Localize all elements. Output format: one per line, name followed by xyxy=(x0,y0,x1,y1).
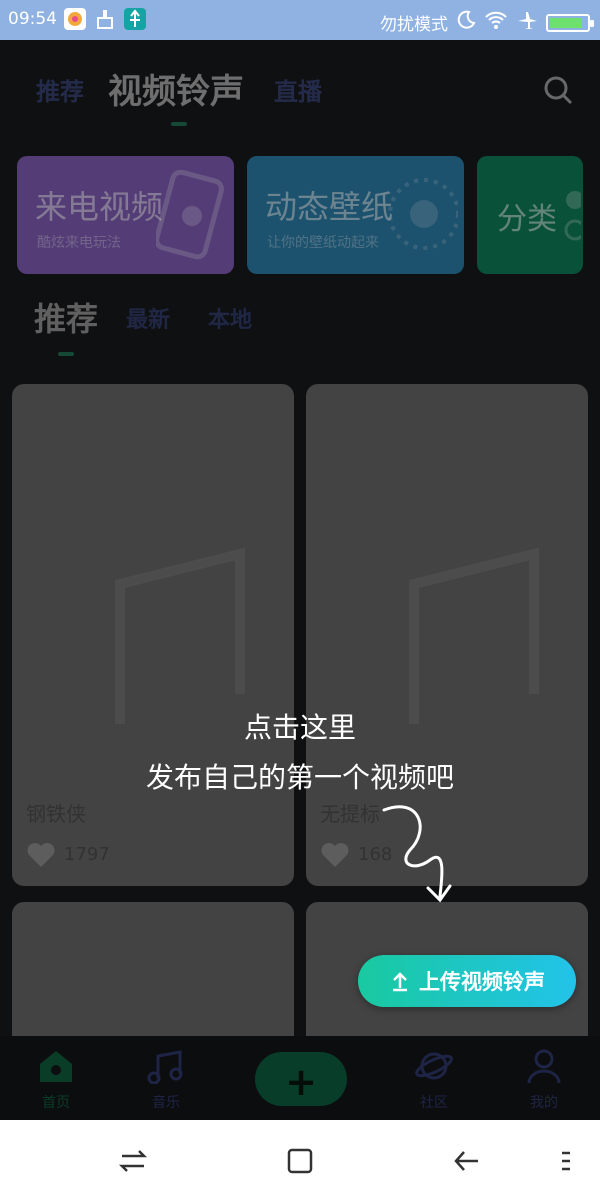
home-button-icon[interactable] xyxy=(285,1146,315,1176)
app-notification-icon xyxy=(64,8,86,30)
status-bar: 09:54 勿扰模式 xyxy=(0,0,600,40)
hint-arrow-icon xyxy=(382,805,452,903)
switch-app-icon[interactable] xyxy=(118,1146,148,1176)
hint-line-1: 点击这里 xyxy=(243,711,356,744)
moon-icon xyxy=(456,10,476,35)
cleaner-notification-icon xyxy=(94,8,116,30)
usb-icon xyxy=(124,8,146,30)
battery-icon xyxy=(546,13,594,32)
wifi-icon xyxy=(484,10,508,35)
menu-icon[interactable] xyxy=(558,1146,574,1176)
upload-video-ringtone-button[interactable]: 上传视频铃声 xyxy=(358,955,576,1007)
status-time: 09:54 xyxy=(8,9,57,29)
back-icon[interactable] xyxy=(452,1146,482,1176)
system-nav-bar xyxy=(0,1120,600,1200)
upload-icon xyxy=(393,972,407,992)
dnd-mode-label: 勿扰模式 xyxy=(380,15,448,35)
hint-line-2: 发布自己的第一个视频吧 xyxy=(145,761,454,794)
airplane-icon xyxy=(516,9,538,36)
upload-button-label: 上传视频铃声 xyxy=(419,970,545,994)
